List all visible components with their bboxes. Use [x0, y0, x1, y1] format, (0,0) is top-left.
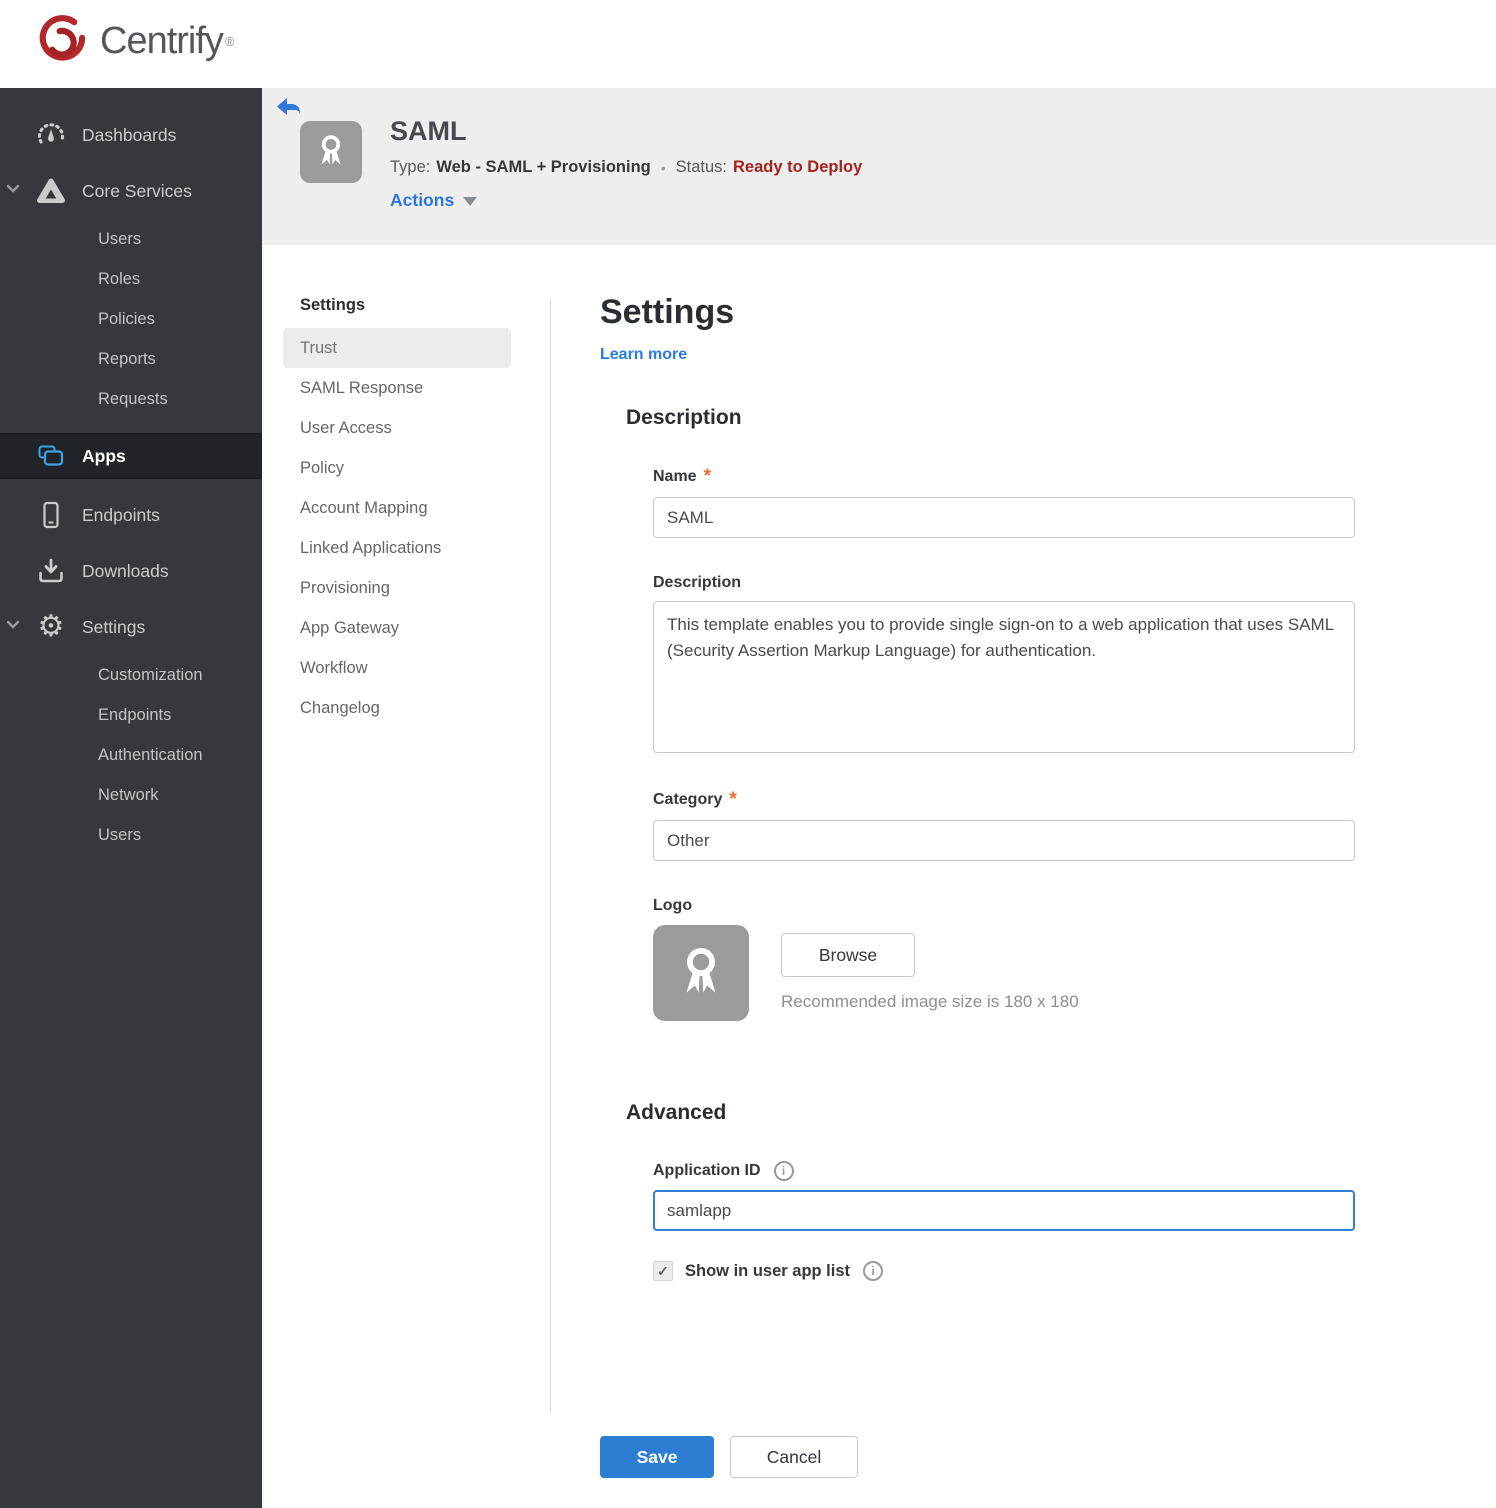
sidebar-item-policies[interactable]: Policies: [0, 299, 262, 339]
gauge-icon: [36, 122, 66, 149]
mobile-device-icon: [36, 501, 66, 529]
subnav-item-account-mapping[interactable]: Account Mapping: [283, 488, 511, 528]
subnav-item-linked-applications[interactable]: Linked Applications: [283, 528, 511, 568]
cancel-button[interactable]: Cancel: [730, 1436, 858, 1478]
category-input[interactable]: [653, 820, 1355, 861]
learn-more-link[interactable]: Learn more: [600, 346, 687, 364]
top-bar: Centrify ®: [0, 0, 1496, 88]
actions-dropdown[interactable]: Actions: [390, 190, 862, 211]
subnav-item-trust[interactable]: Trust: [283, 328, 511, 368]
chevron-expand-icon[interactable]: [6, 618, 20, 636]
description-textarea[interactable]: [653, 601, 1355, 753]
sidebar-item-settings-endpoints[interactable]: Endpoints: [0, 695, 262, 735]
app-logo-badge: [300, 121, 362, 183]
sidebar-label: Dashboards: [82, 124, 177, 145]
registered-mark: ®: [224, 34, 235, 49]
description-section-heading: Description: [626, 406, 742, 429]
logo-field-label: Logo: [653, 897, 693, 914]
show-in-user-app-list-checkbox[interactable]: ✓: [653, 1261, 673, 1281]
sidebar-item-endpoints[interactable]: Endpoints: [0, 487, 262, 543]
chevron-expand-icon[interactable]: [6, 182, 20, 200]
sidebar-item-users[interactable]: Users: [0, 219, 262, 259]
required-marker: *: [703, 466, 711, 487]
settings-subnav: Settings Trust SAML Response User Access…: [283, 296, 511, 728]
required-marker: *: [729, 789, 737, 810]
description-field-label: Description: [653, 574, 742, 591]
gear-icon: ⚙: [37, 610, 65, 643]
sidebar-item-dashboards[interactable]: Dashboards: [0, 107, 262, 163]
actions-label: Actions: [390, 190, 455, 210]
status-label: Status:: [675, 158, 728, 176]
advanced-section-heading: Advanced: [626, 1101, 727, 1124]
sidebar: Dashboards Core Services Users Roles Pol…: [0, 88, 262, 1508]
subnav-item-workflow[interactable]: Workflow: [283, 648, 511, 688]
sidebar-item-authentication[interactable]: Authentication: [0, 735, 262, 775]
application-id-label: Application ID i: [653, 1161, 1360, 1181]
sidebar-item-reports[interactable]: Reports: [0, 339, 262, 379]
sidebar-label: Endpoints: [82, 504, 160, 525]
subnav-item-app-gateway[interactable]: App Gateway: [283, 608, 511, 648]
sidebar-label: Core Services: [82, 180, 192, 201]
app-header: SAML Type: Web - SAML + Provisioning • S…: [262, 88, 1496, 245]
subnav-item-policy[interactable]: Policy: [283, 448, 511, 488]
settings-panel: Settings Learn more Description Name * D…: [600, 293, 1360, 1478]
back-arrow-icon[interactable]: [275, 96, 301, 118]
app-meta: Type: Web - SAML + Provisioning • Status…: [390, 158, 862, 177]
sidebar-item-customization[interactable]: Customization: [0, 655, 262, 695]
subnav-item-saml-response[interactable]: SAML Response: [283, 368, 511, 408]
app-title: SAML: [390, 116, 467, 146]
sidebar-item-downloads[interactable]: Downloads: [0, 543, 262, 599]
save-button[interactable]: Save: [600, 1436, 714, 1478]
sidebar-label: Apps: [82, 445, 126, 466]
type-value: Web - SAML + Provisioning: [436, 158, 651, 176]
show-in-user-app-list-label: Show in user app list: [685, 1261, 851, 1280]
brand-name: Centrify: [100, 20, 224, 62]
apps-icon: [36, 444, 66, 468]
page-title: Settings: [600, 293, 735, 331]
type-label: Type:: [390, 158, 431, 176]
logo-size-hint: Recommended image size is 180 x 180: [781, 992, 1079, 1011]
logo-preview: [653, 925, 749, 1021]
subnav-item-user-access[interactable]: User Access: [283, 408, 511, 448]
name-input[interactable]: [653, 497, 1355, 538]
sidebar-item-apps[interactable]: Apps: [0, 433, 262, 479]
status-value: Ready to Deploy: [733, 158, 863, 176]
centrify-logo-icon: [36, 12, 90, 71]
sidebar-item-core-services[interactable]: Core Services: [0, 163, 262, 219]
subnav-item-provisioning[interactable]: Provisioning: [283, 568, 511, 608]
download-icon: [36, 558, 66, 584]
info-icon[interactable]: i: [773, 1161, 794, 1181]
info-icon[interactable]: i: [863, 1261, 884, 1281]
sidebar-item-roles[interactable]: Roles: [0, 259, 262, 299]
sidebar-item-network[interactable]: Network: [0, 775, 262, 815]
category-field-label: Category *: [653, 789, 737, 810]
core-services-icon: [36, 177, 66, 205]
centrify-logo: Centrify ®: [36, 12, 235, 71]
sidebar-label: Settings: [82, 616, 146, 637]
subnav-item-changelog[interactable]: Changelog: [283, 688, 511, 728]
name-field-label: Name *: [653, 466, 711, 487]
meta-separator: •: [660, 159, 666, 176]
subnav-heading: Settings: [300, 296, 366, 314]
application-id-input[interactable]: [653, 1190, 1355, 1231]
sidebar-item-settings-users[interactable]: Users: [0, 815, 262, 855]
sidebar-item-requests[interactable]: Requests: [0, 379, 262, 419]
caret-down-icon: [463, 197, 478, 206]
ribbon-award-icon: [312, 132, 350, 173]
ribbon-award-icon: [672, 943, 730, 1003]
browse-button[interactable]: Browse: [781, 933, 915, 977]
sidebar-label: Downloads: [82, 560, 169, 581]
sidebar-item-settings[interactable]: ⚙ Settings: [0, 599, 262, 655]
vertical-divider: [550, 300, 551, 1412]
